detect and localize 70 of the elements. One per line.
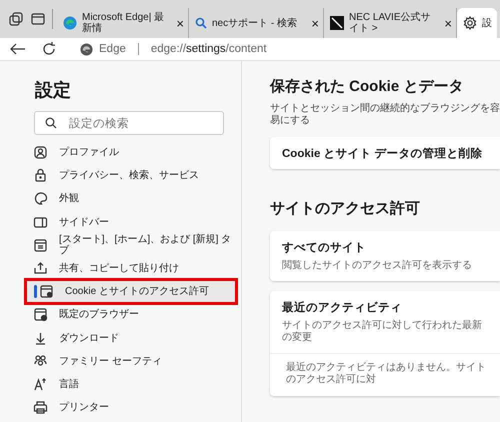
sidebar-item[interactable]: 外観 <box>26 187 236 211</box>
edge-logo-icon <box>80 42 93 56</box>
sidebar-item[interactable]: ダウンロード <box>26 326 236 350</box>
section-heading: 保存された Cookie とデータ <box>270 77 464 97</box>
card-subtitle: サイトのアクセス許可に対して行われた最新の変更 <box>282 320 483 345</box>
item-label: プリンター <box>59 402 109 414</box>
edge-logo-icon <box>63 16 77 30</box>
item-label: プライバシー、検索、サービス <box>59 170 199 182</box>
settings-card[interactable]: すべてのサイト 閲覧したサイトのアクセス許可を表示する <box>270 231 500 281</box>
sidebar-item[interactable]: 既定のブラウザー <box>26 303 236 326</box>
sidebar-item[interactable]: 共有、コピーして貼り付け <box>26 256 236 280</box>
item-label: [スタート]、[ホーム]、および [新規] タブ <box>59 234 232 256</box>
profile-icon <box>33 145 48 160</box>
card-detail: 最近のアクティビティはありません。サイトのアクセス許可に対 <box>270 353 500 396</box>
section-heading: サイトのアクセス許可 <box>270 199 421 219</box>
item-label: ダウンロード <box>59 332 119 344</box>
browser-tab[interactable]: 設 <box>457 8 497 38</box>
close-tab-button[interactable]: × <box>176 18 184 28</box>
language-icon <box>33 376 48 392</box>
url-text: edge://settings/content <box>150 43 267 55</box>
cookie-settings-icon <box>39 284 54 300</box>
item-label: ファミリー セーフティ <box>59 356 162 367</box>
card-title: Cookie とサイト データの管理と削除 <box>282 146 483 160</box>
item-label: 共有、コピーして貼り付け <box>59 263 179 274</box>
close-tab-button[interactable]: × <box>444 18 452 28</box>
workspaces-icon[interactable] <box>9 12 23 26</box>
settings-icon <box>463 16 477 30</box>
section-description: サイトとセッション間の継続的なブラウジングを容易にする <box>270 103 500 127</box>
slash-square-icon <box>330 16 344 30</box>
sidebar-item[interactable]: [スタート]、[ホーム]、および [新規] タブ <box>26 234 236 257</box>
sidebar-item[interactable]: 言語 <box>26 372 236 396</box>
search-icon <box>45 117 57 129</box>
refresh-icon[interactable] <box>42 42 56 56</box>
printer-icon <box>33 400 48 416</box>
sidebar-item[interactable]: Cookie とサイトのアクセス許可 <box>26 280 236 304</box>
item-label: プロファイル <box>59 147 119 158</box>
item-label: 言語 <box>59 378 79 390</box>
sidebar-item[interactable]: サイドバー <box>26 210 236 234</box>
tab-title: necサポート - 検索 <box>212 18 298 28</box>
item-label: 既定のブラウザー <box>59 309 139 320</box>
item-label: サイドバー <box>59 216 109 228</box>
item-label: 外観 <box>59 193 79 204</box>
tab-title: Microsoft Edge| 最新情 <box>82 12 166 34</box>
sidebar-icon <box>33 214 48 230</box>
sidebar-item[interactable]: ファミリー セーフティ <box>26 350 236 373</box>
tab-title: 設 <box>482 18 493 28</box>
download-icon <box>33 330 48 346</box>
selection-indicator <box>34 285 37 298</box>
sidebar-item[interactable]: プリンター <box>26 396 236 420</box>
search-field[interactable]: 設定の検索 <box>34 111 224 135</box>
lock-icon <box>33 168 48 184</box>
settings-card[interactable]: 最近のアクティビティ サイトのアクセス許可に対して行われた最新の変更 最近のアクティビティはありません。サイトのアクセス許可に対 <box>270 291 500 396</box>
sidebar-item[interactable]: プロファイル <box>26 141 236 164</box>
settings-title: 設定 <box>35 79 72 102</box>
back-arrow-icon[interactable] <box>10 43 26 55</box>
card-title: すべてのサイト <box>282 241 367 255</box>
sidebar-item[interactable]: プライバシー、検索、サービス <box>26 164 236 188</box>
card-title: 最近のアクティビティ <box>282 300 403 315</box>
palette-icon <box>33 191 48 206</box>
site-label: Edge <box>99 43 126 55</box>
search-icon <box>195 17 207 29</box>
item-label: Cookie とサイトのアクセス許可 <box>65 286 209 298</box>
window-icon <box>33 238 48 253</box>
card-subtitle: 閲覧したサイトのアクセス許可を表示する <box>282 260 473 273</box>
tab-actions-icon[interactable] <box>31 13 45 25</box>
close-tab-button[interactable]: × <box>311 18 319 28</box>
browser-window-icon <box>33 307 48 322</box>
settings-card[interactable]: Cookie とサイト データの管理と削除 <box>270 137 500 169</box>
share-icon <box>33 261 48 276</box>
tab-title: NEC LAVIE公式サイト > <box>349 12 432 34</box>
